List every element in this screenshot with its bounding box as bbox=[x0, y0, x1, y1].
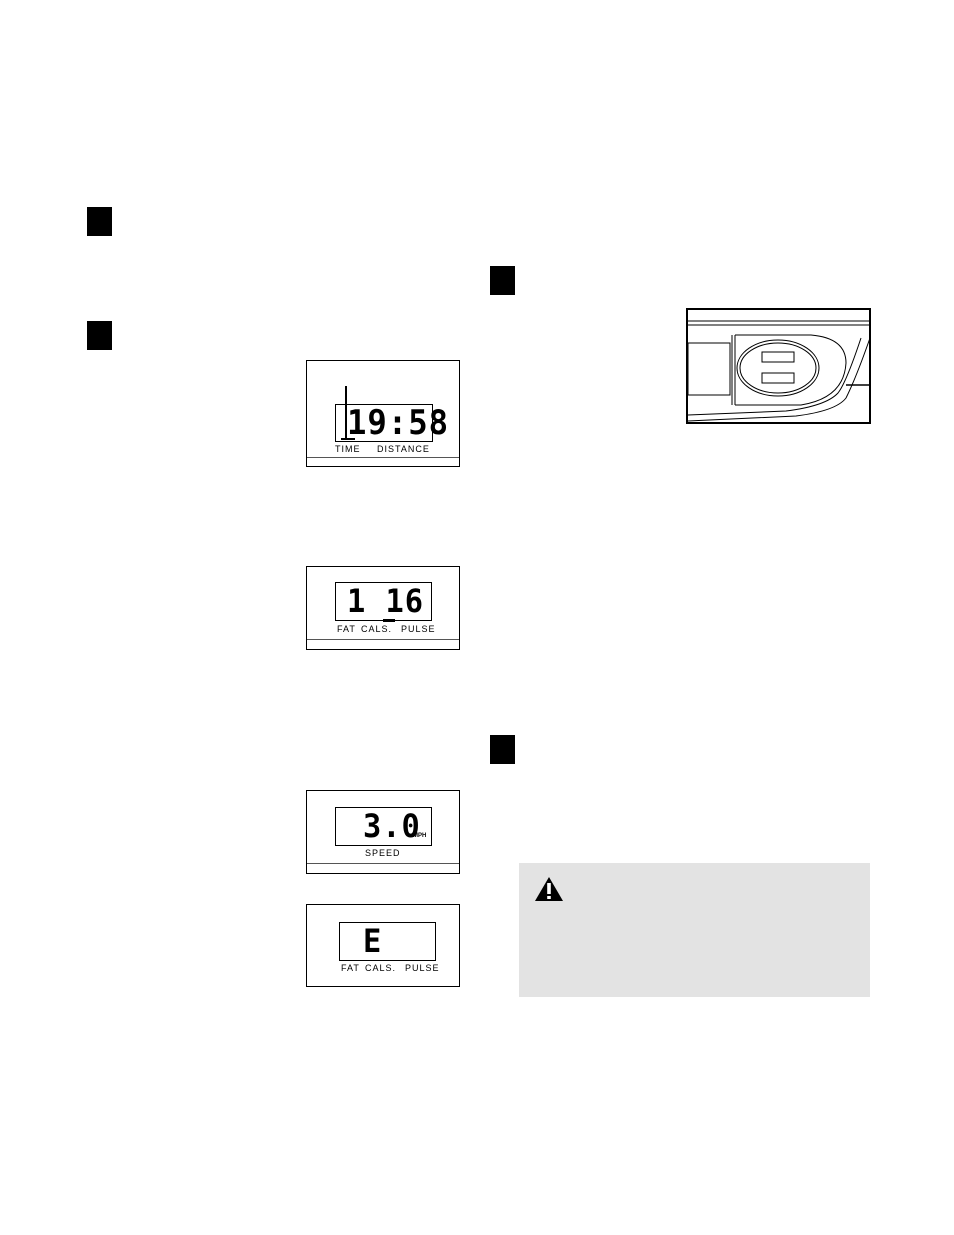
warning-box bbox=[519, 863, 870, 997]
warning-triangle-icon bbox=[535, 877, 563, 901]
lcd-display-fat-cals-pulse: 1 16 FAT CALS. PULSE bbox=[306, 566, 460, 650]
step-marker-2 bbox=[87, 321, 112, 350]
speed-unit: MPH bbox=[413, 833, 427, 839]
lcd-value: 1 16 bbox=[347, 582, 425, 620]
lcd-display-speed: 3.0 MPH SPEED bbox=[306, 790, 460, 874]
lcd-value: 19:58 bbox=[347, 403, 449, 443]
label-pulse: PULSE bbox=[401, 624, 436, 634]
key-clip-illustration bbox=[686, 308, 871, 424]
lcd-window bbox=[339, 922, 436, 961]
label-distance: DISTANCE bbox=[377, 444, 430, 454]
label-fat: FAT bbox=[337, 624, 356, 634]
step-marker-3 bbox=[490, 266, 515, 295]
indicator-bar bbox=[383, 619, 395, 622]
label-speed: SPEED bbox=[365, 848, 401, 858]
label-time: TIME bbox=[335, 444, 361, 454]
label-cals: CALS. bbox=[361, 624, 393, 634]
step-marker-1 bbox=[87, 207, 112, 236]
lcd-display-time-distance: 19:58 TIME DISTANCE bbox=[306, 360, 460, 467]
label-cals: CALS. bbox=[365, 963, 397, 973]
label-fat: FAT bbox=[341, 963, 360, 973]
lcd-display-error: E FAT CALS. PULSE bbox=[306, 904, 460, 987]
label-pulse: PULSE bbox=[405, 963, 440, 973]
step-marker-4 bbox=[490, 735, 515, 764]
lcd-value: E bbox=[363, 922, 383, 960]
